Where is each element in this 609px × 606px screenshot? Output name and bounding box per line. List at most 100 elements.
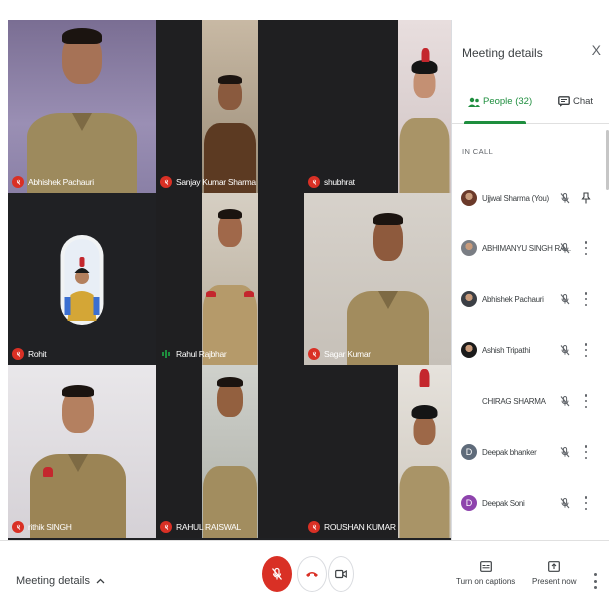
tab-people-label: People (32): [483, 96, 533, 107]
bottom-toolbar: Meeting details Turn on captions Present…: [0, 540, 609, 606]
mic-off-icon: [308, 521, 320, 533]
avatar-letter: D: [465, 498, 473, 508]
participant-row[interactable]: CHIRAG SHARMA: [451, 386, 607, 416]
participant-video: [398, 365, 451, 538]
mic-muted-icon[interactable]: [559, 242, 571, 254]
captions-button[interactable]: Turn on captions: [456, 561, 515, 586]
participant-video: [8, 20, 156, 193]
more-dot: [594, 579, 597, 583]
participant-name-tag: Rahul Rajbhar: [160, 348, 227, 360]
participant-row-name: ABHIMANYU SINGH RA...: [482, 243, 571, 253]
mic-off-icon: [160, 176, 172, 188]
panel-tabs: People (32) Chat: [452, 86, 609, 124]
participant-name: Sagar Kumar: [324, 349, 371, 359]
more-dot: [584, 241, 588, 244]
participant-avatar: D: [461, 495, 477, 511]
more-dot: [584, 303, 588, 306]
camera-icon: [335, 569, 347, 579]
more-options-icon[interactable]: [582, 241, 590, 255]
participant-row[interactable]: Ashish Tripathi: [451, 335, 607, 365]
participant-row[interactable]: D Deepak bhanker: [451, 437, 607, 467]
more-dot: [594, 573, 597, 576]
participant-row[interactable]: Abhishek Pachauri: [451, 284, 607, 314]
video-tile[interactable]: Rahul Rajbhar: [156, 193, 304, 365]
microphone-toggle-button[interactable]: [262, 556, 292, 592]
mic-muted-icon[interactable]: [559, 497, 571, 509]
video-tile[interactable]: Sagar Kumar: [304, 193, 451, 365]
participant-row-name: Deepak Soni: [482, 498, 525, 508]
mic-off-icon: [308, 348, 320, 360]
participant-name-tag: ROUSHAN KUMAR: [308, 521, 396, 533]
mic-muted-icon[interactable]: [559, 192, 571, 204]
video-tile[interactable]: ROUSHAN KUMAR: [304, 365, 451, 538]
more-dot: [584, 354, 588, 357]
leave-call-button[interactable]: [297, 556, 327, 592]
participant-avatar: [461, 240, 477, 256]
meeting-details-label: Meeting details: [16, 575, 90, 587]
mic-off-icon: [271, 567, 283, 580]
more-dot: [584, 394, 588, 397]
more-options-icon[interactable]: [582, 496, 590, 510]
mic-muted-icon[interactable]: [559, 395, 571, 407]
more-dot: [584, 292, 588, 295]
in-call-section-label: IN CALL: [462, 147, 494, 156]
participant-name: Sanjay Kumar Sharma: [176, 177, 256, 187]
mic-off-icon: [160, 521, 172, 533]
meeting-details-toggle[interactable]: Meeting details: [16, 575, 105, 587]
more-dot: [584, 450, 588, 454]
video-grid: Abhishek Pachauri Sanjay Kumar Sharma sh…: [8, 20, 451, 538]
more-dot: [584, 501, 588, 505]
present-now-button[interactable]: Present now: [532, 561, 576, 586]
participant-row-name: Deepak bhanker: [482, 447, 537, 457]
captions-icon: [479, 561, 492, 572]
participant-video: [202, 365, 258, 538]
active-tab-indicator: [464, 121, 526, 124]
participant-row-name: Ashish Tripathi: [482, 345, 530, 355]
people-icon: [468, 97, 480, 107]
video-tile[interactable]: RAHUL RAISWAL: [156, 365, 304, 538]
mic-muted-icon[interactable]: [559, 344, 571, 356]
participant-video: [202, 20, 258, 193]
tab-people[interactable]: People (32): [468, 96, 532, 107]
participant-video: [338, 193, 438, 365]
mic-muted-icon[interactable]: [559, 293, 571, 305]
more-options-icon[interactable]: [582, 343, 590, 357]
more-dot: [584, 343, 588, 346]
participant-video: [398, 20, 451, 193]
more-dot: [594, 586, 597, 589]
participant-avatar: [461, 342, 477, 358]
pin-icon[interactable]: [581, 192, 591, 204]
participant-row[interactable]: D Deepak Soni: [451, 488, 607, 518]
participant-name-tag: Sagar Kumar: [308, 348, 371, 360]
participant-row[interactable]: Ujjwal Sharma (You): [451, 183, 607, 213]
mic-muted-icon[interactable]: [559, 446, 571, 458]
more-dot: [584, 252, 588, 255]
participant-name-tag: shubhrat: [308, 176, 355, 188]
more-dot: [584, 496, 588, 499]
video-tile[interactable]: Sanjay Kumar Sharma: [156, 20, 304, 193]
participant-row[interactable]: ABHIMANYU SINGH RA...: [451, 233, 607, 263]
video-tile[interactable]: rithik SINGH: [8, 365, 156, 538]
captions-label: Turn on captions: [456, 577, 516, 586]
participant-avatar: [461, 190, 477, 206]
more-dot: [584, 348, 588, 352]
panel-title: Meeting details: [462, 46, 543, 60]
more-options-button[interactable]: [594, 573, 598, 589]
avatar-letter: D: [465, 447, 473, 457]
participant-row-name: CHIRAG SHARMA: [482, 396, 546, 406]
camera-toggle-button[interactable]: [328, 556, 354, 592]
video-tile[interactable]: Rohit: [8, 193, 156, 365]
more-options-icon[interactable]: [582, 445, 590, 459]
video-tile[interactable]: Abhishek Pachauri: [8, 20, 156, 193]
tab-chat[interactable]: Chat: [558, 96, 593, 107]
close-panel-button[interactable]: X: [592, 42, 601, 58]
participant-name: ROUSHAN KUMAR: [324, 522, 396, 532]
more-options-icon[interactable]: [582, 394, 590, 408]
participant-video: [23, 365, 133, 538]
tab-chat-label: Chat: [573, 96, 594, 107]
more-options-icon[interactable]: [582, 292, 590, 306]
participant-name-tag: Abhishek Pachauri: [12, 176, 94, 188]
video-tile[interactable]: shubhrat: [304, 20, 451, 193]
mic-off-icon: [12, 521, 24, 533]
participant-video: [202, 193, 258, 365]
